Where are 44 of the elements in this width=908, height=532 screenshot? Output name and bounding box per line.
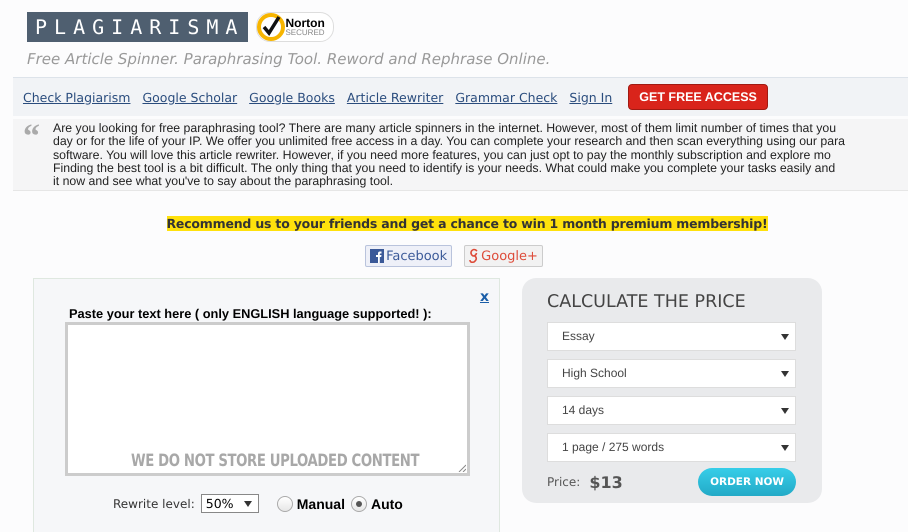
intro-text-line: software. You will love this article rewriter. However, if you need more features, you can just opt to pay the monthly subscription and explore mo: [53, 148, 832, 162]
close-link[interactable]: x: [480, 289, 489, 306]
promo-text: Recommend us to your friends and get a chance to win 1 month premium membership!: [166, 216, 768, 232]
radio-button[interactable]: [276, 496, 293, 512]
g-icon: [469, 248, 480, 264]
site-logo[interactable]: PLAGIARISMA: [27, 12, 248, 42]
nav-link[interactable]: Grammar Check: [455, 90, 558, 104]
caret-icon: [781, 444, 789, 451]
watermark-text: WE DO NOT STORE UPLOADED CONTENT: [131, 451, 420, 472]
share-button[interactable]: Google+: [464, 245, 543, 268]
quote-mark: “: [23, 122, 41, 157]
card-title: CALCULATE THE PRICE: [547, 292, 747, 312]
tagline: Free Article Spinner. Paraphrasing Tool. Reword and Rephrase Online.: [27, 50, 552, 68]
nav-link[interactable]: Sign In: [569, 90, 612, 104]
dropdown-select[interactable]: Essay: [547, 322, 796, 352]
caret-icon: [781, 370, 789, 377]
editor-label: Paste your text here ( only ENGLISH language supported! ):: [69, 306, 433, 322]
get-access-button[interactable]: GET FREE ACCESS: [628, 84, 768, 110]
security-badge: Norton SECURED: [256, 12, 334, 42]
rewrite-level-select[interactable]: 50%: [200, 494, 259, 514]
caret-icon: [781, 334, 789, 340]
rewrite-level-label: Rewrite level:: [113, 496, 195, 511]
intro-text-line: day or for the life of your IP. We offer you unlimited free access in a day. You can complete your research and then scan everything using our para: [53, 135, 846, 149]
checkmark-icon: [257, 13, 286, 41]
dropdown-select[interactable]: 1 page / 275 words: [547, 433, 796, 462]
nav-link[interactable]: Google Scholar: [142, 90, 238, 104]
intro-text-line: Are you looking for free paraphrasing tool? There are many article spinners in the internet. However, most of them limit number of times that you: [53, 122, 838, 136]
price-value: $13: [589, 472, 623, 492]
radio-label: Auto: [370, 496, 403, 512]
intro-text-line: Finding the best tool is a bit difficult. The only thing that you need to identify is your needs. What could make you complete your tasks easily and: [53, 162, 836, 176]
f-icon: [370, 249, 384, 264]
radio-label: Manual: [296, 496, 345, 512]
caret-icon: [781, 408, 789, 414]
dropdown-select[interactable]: High School: [547, 359, 796, 388]
intro-text-line: it now and see what you've to say about the paraphrasing tool.: [53, 175, 394, 188]
resize-grip-icon: [458, 464, 466, 472]
radio-button[interactable]: [350, 496, 367, 512]
dropdown-select[interactable]: 14 days: [547, 396, 796, 426]
nav-link[interactable]: Check Plagiarism: [23, 90, 130, 104]
price-label: Price:: [547, 475, 580, 490]
nav-link[interactable]: Article Rewriter: [346, 90, 444, 104]
share-button[interactable]: Facebook: [365, 245, 452, 268]
caret-icon: [244, 500, 252, 507]
nav-link[interactable]: Google Books: [249, 90, 335, 104]
